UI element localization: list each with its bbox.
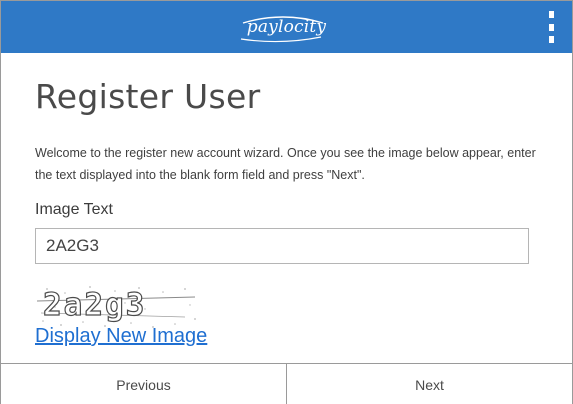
- paylocity-logo: paylocity: [240, 16, 333, 43]
- kebab-menu-button[interactable]: [544, 11, 558, 43]
- register-user-window: paylocity Register User Welcome to the r…: [0, 0, 573, 404]
- next-button[interactable]: Next: [286, 364, 572, 404]
- main-content: Register User Welcome to the register ne…: [35, 53, 555, 348]
- kebab-menu-icon: [548, 36, 554, 43]
- captcha-image: 2a2g3: [35, 283, 201, 329]
- kebab-menu-icon: [548, 11, 554, 18]
- image-text-input[interactable]: [35, 228, 529, 264]
- page-title: Register User: [35, 77, 261, 116]
- display-new-image-link[interactable]: Display New Image: [35, 325, 555, 348]
- logo-arc-icon: [240, 16, 323, 43]
- header-bar: paylocity: [1, 1, 572, 53]
- intro-text: Welcome to the register new account wiza…: [35, 146, 536, 182]
- kebab-menu-icon: [548, 23, 554, 31]
- captcha-text: 2a2g3: [43, 287, 146, 323]
- image-text-label: Image Text: [35, 201, 113, 218]
- previous-button[interactable]: Previous: [1, 364, 286, 404]
- wizard-footer: Previous Next: [1, 363, 572, 404]
